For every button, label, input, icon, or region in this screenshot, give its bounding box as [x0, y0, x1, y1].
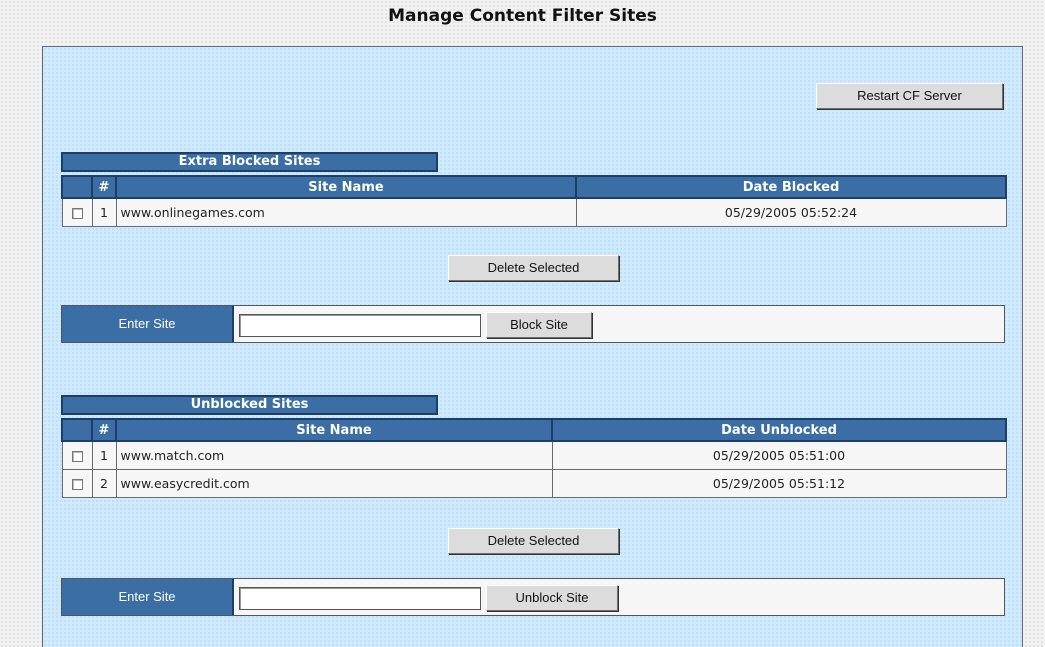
row-select-cell: [61, 197, 93, 227]
enter-site-label: Enter Site: [62, 306, 234, 342]
select-column-header: [61, 175, 93, 199]
site-name-column-header: Site Name: [115, 418, 553, 442]
block-site-entry-row: Enter Site Block Site: [61, 305, 1005, 343]
unblock-site-entry-row: Enter Site Unblock Site: [61, 578, 1005, 616]
unblocked-table-header: # Site Name Date Unblocked: [61, 418, 1007, 442]
block-site-button[interactable]: Block Site: [486, 312, 592, 338]
blocked-sites-table: # Site Name Date Blocked 1 www.onlinegam…: [61, 175, 1007, 227]
unblocked-sites-heading: Unblocked Sites: [61, 395, 438, 415]
row-select-cell: [61, 468, 93, 498]
delete-selected-blocked-button[interactable]: Delete Selected: [448, 255, 619, 281]
table-row: 2 www.easycredit.com 05/29/2005 05:51:12: [61, 468, 1007, 498]
unblocked-sites-table: # Site Name Date Unblocked 1 www.match.c…: [61, 418, 1007, 498]
date-unblocked: 05/29/2005 05:51:12: [551, 468, 1007, 498]
number-column-header: #: [91, 418, 117, 442]
unblock-site-input[interactable]: [239, 587, 481, 610]
date-blocked-column-header: Date Blocked: [575, 175, 1007, 199]
unblock-site-button[interactable]: Unblock Site: [486, 585, 618, 611]
enter-site-label: Enter Site: [62, 579, 234, 615]
row-checkbox[interactable]: [71, 450, 83, 462]
row-checkbox[interactable]: [71, 207, 83, 219]
date-unblocked: 05/29/2005 05:51:00: [551, 440, 1007, 470]
block-site-input[interactable]: [239, 314, 481, 337]
delete-selected-unblocked-button[interactable]: Delete Selected: [448, 528, 619, 554]
blocked-table-header: # Site Name Date Blocked: [61, 175, 1007, 199]
site-name-column-header: Site Name: [115, 175, 577, 199]
date-blocked: 05/29/2005 05:52:24: [575, 197, 1007, 227]
content-panel: Restart CF Server Extra Blocked Sites # …: [42, 46, 1023, 647]
row-select-cell: [61, 440, 93, 470]
date-unblocked-column-header: Date Unblocked: [551, 418, 1007, 442]
blocked-sites-heading: Extra Blocked Sites: [61, 152, 438, 172]
number-column-header: #: [91, 175, 117, 199]
table-row: 1 www.onlinegames.com 05/29/2005 05:52:2…: [61, 197, 1007, 227]
site-name: www.onlinegames.com: [115, 197, 577, 227]
row-number: 2: [91, 468, 117, 498]
select-column-header: [61, 418, 93, 442]
row-checkbox[interactable]: [71, 478, 83, 490]
site-name: www.match.com: [115, 440, 553, 470]
site-name: www.easycredit.com: [115, 468, 553, 498]
row-number: 1: [91, 440, 117, 470]
table-row: 1 www.match.com 05/29/2005 05:51:00: [61, 440, 1007, 470]
row-number: 1: [91, 197, 117, 227]
restart-cf-server-button[interactable]: Restart CF Server: [816, 83, 1003, 109]
page-title: Manage Content Filter Sites: [388, 6, 657, 26]
